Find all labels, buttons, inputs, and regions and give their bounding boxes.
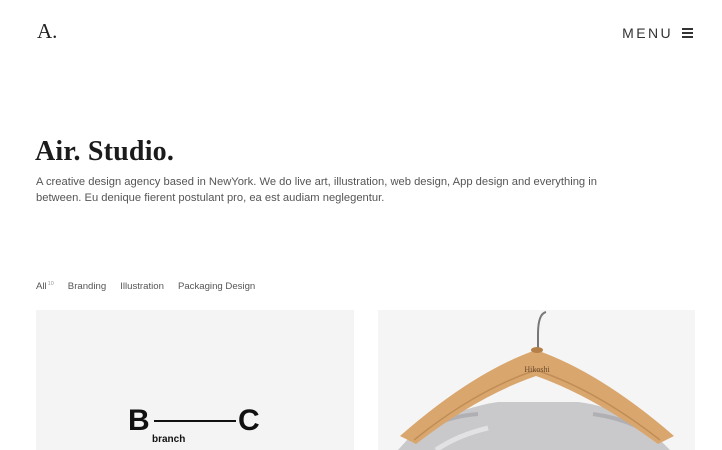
- portfolio-card-branding[interactable]: B C branch: [36, 310, 354, 450]
- site-logo[interactable]: A.: [37, 19, 57, 44]
- menu-button[interactable]: MENU: [622, 25, 693, 41]
- filter-all[interactable]: All10: [36, 279, 54, 292]
- brand-letter-c: C: [238, 404, 260, 437]
- page-title: Air. Studio.: [35, 136, 175, 167]
- filter-all-count: 10: [47, 281, 54, 287]
- filter-branding[interactable]: Branding: [68, 279, 106, 292]
- portfolio-card-hanger[interactable]: Hikoshi: [378, 310, 695, 450]
- brand-connector-line: [154, 420, 236, 422]
- brand-subtext: branch: [152, 434, 186, 445]
- hamburger-icon: [682, 28, 693, 38]
- brand-letter-b: B: [128, 404, 150, 437]
- hanger-illustration: Hikoshi: [398, 311, 674, 450]
- portfolio-filter-bar: All10 Branding Illustration Packaging De…: [36, 279, 255, 292]
- filter-all-label: All: [36, 281, 47, 292]
- hero-description: A creative design agency based in NewYor…: [36, 175, 676, 206]
- hanger-brand-text: Hikoshi: [524, 365, 550, 374]
- filter-illustration[interactable]: Illustration: [120, 279, 164, 292]
- hero-description-line-1: A creative design agency based in NewYor…: [36, 176, 597, 188]
- filter-packaging-design[interactable]: Packaging Design: [178, 279, 255, 292]
- menu-label: MENU: [622, 25, 673, 41]
- hero-description-line-2: between. Eu denique fierent postulant pr…: [36, 191, 385, 204]
